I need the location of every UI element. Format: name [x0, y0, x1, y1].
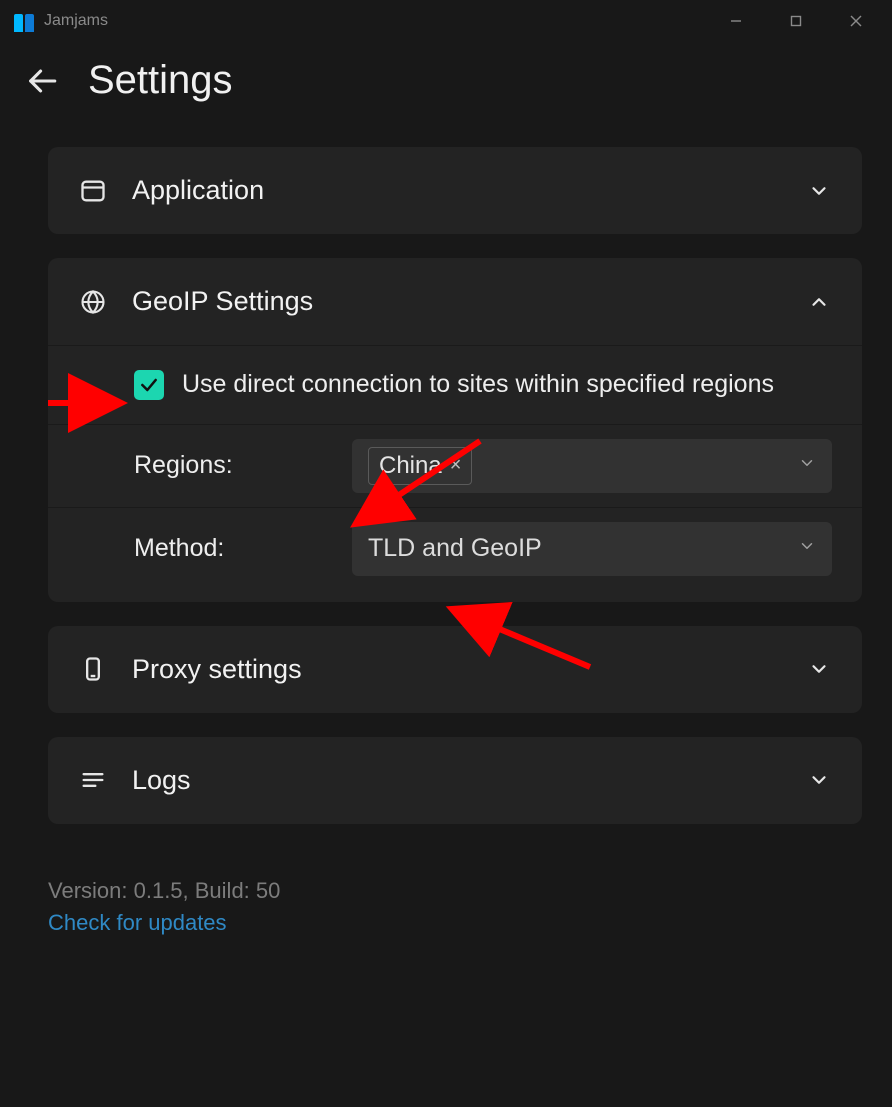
- region-chip-label: China: [379, 452, 442, 480]
- geoip-regions-row: Regions: China ×: [48, 425, 862, 507]
- window-controls: [706, 0, 886, 42]
- back-button[interactable]: [22, 61, 62, 101]
- section-proxy-title: Proxy settings: [132, 654, 782, 685]
- titlebar-left: Jamjams: [14, 10, 108, 32]
- page-title: Settings: [88, 58, 233, 103]
- section-logs: Logs: [48, 737, 862, 824]
- chevron-down-icon: [806, 767, 832, 793]
- window-icon: [78, 176, 108, 206]
- minimize-button[interactable]: [706, 0, 766, 42]
- chevron-down-icon: [798, 454, 816, 477]
- chevron-down-icon: [798, 537, 816, 560]
- maximize-button[interactable]: [766, 0, 826, 42]
- geoip-direct-checkbox[interactable]: [134, 370, 164, 400]
- app-name: Jamjams: [44, 12, 108, 30]
- version-text: Version: 0.1.5, Build: 50: [48, 878, 862, 904]
- regions-select[interactable]: China ×: [352, 439, 832, 493]
- section-geoip-title: GeoIP Settings: [132, 286, 782, 317]
- content: Application GeoIP Settings: [0, 127, 892, 1107]
- device-icon: [78, 654, 108, 684]
- check-updates-link[interactable]: Check for updates: [48, 910, 862, 936]
- app-window: Jamjams Settings Applicati: [0, 0, 892, 1107]
- globe-icon: [78, 287, 108, 317]
- page-header: Settings: [0, 42, 892, 127]
- section-proxy-head[interactable]: Proxy settings: [48, 626, 862, 713]
- titlebar: Jamjams: [0, 0, 892, 42]
- geoip-direct-label: Use direct connection to sites within sp…: [182, 368, 774, 402]
- section-geoip-head[interactable]: GeoIP Settings: [48, 258, 862, 345]
- section-proxy: Proxy settings: [48, 626, 862, 713]
- chevron-up-icon: [806, 289, 832, 315]
- section-application: Application: [48, 147, 862, 234]
- section-application-head[interactable]: Application: [48, 147, 862, 234]
- chip-remove-icon[interactable]: ×: [450, 454, 462, 477]
- section-geoip: GeoIP Settings Use direct connection to …: [48, 258, 862, 602]
- geoip-method-row: Method: TLD and GeoIP: [48, 508, 862, 602]
- lines-icon: [78, 765, 108, 795]
- section-logs-title: Logs: [132, 765, 782, 796]
- geoip-direct-row: Use direct connection to sites within sp…: [48, 346, 862, 424]
- chevron-down-icon: [806, 656, 832, 682]
- footer: Version: 0.1.5, Build: 50 Check for upda…: [48, 848, 862, 936]
- app-logo-icon: [14, 10, 36, 32]
- section-application-title: Application: [132, 175, 782, 206]
- chevron-down-icon: [806, 178, 832, 204]
- section-logs-head[interactable]: Logs: [48, 737, 862, 824]
- method-select[interactable]: TLD and GeoIP: [352, 522, 832, 576]
- method-label: Method:: [134, 534, 334, 563]
- close-button[interactable]: [826, 0, 886, 42]
- region-chip-china[interactable]: China ×: [368, 447, 472, 485]
- method-value: TLD and GeoIP: [368, 534, 542, 563]
- regions-label: Regions:: [134, 451, 334, 480]
